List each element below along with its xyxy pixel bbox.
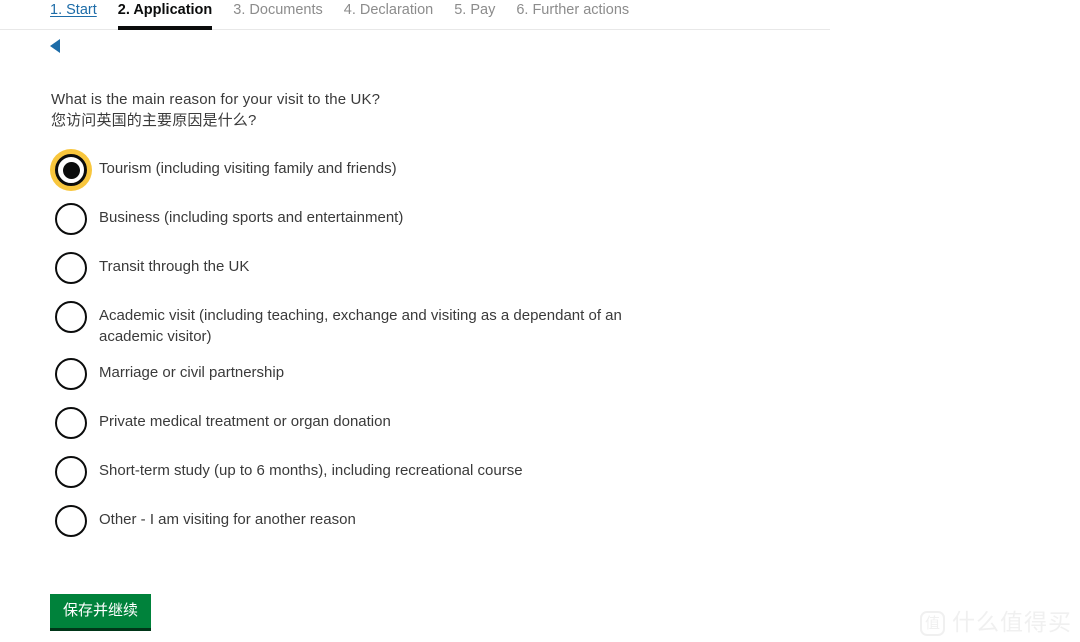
radio-option-label: Other - I am visiting for another reason	[99, 511, 356, 528]
progress-steps: 1. Start 2. Application 3. Documents 4. Dec…	[0, 0, 830, 30]
radio-option-6[interactable]: Private medical treatment or organ donat…	[50, 401, 810, 445]
radio-button-2[interactable]	[50, 197, 94, 241]
radio-button-3[interactable]	[50, 246, 94, 290]
radio-circle-icon	[55, 252, 87, 284]
step-tab-3[interactable]: 3. Documents	[233, 1, 322, 30]
progress-steps-bar: 1. Start 2. Application 3. Documents 4. Dec…	[0, 0, 830, 30]
radio-button-4[interactable]	[50, 295, 94, 339]
radio-button-1[interactable]	[50, 148, 94, 192]
reason-radio-group: Tourism (including visiting family and f…	[50, 148, 810, 548]
radio-button-6[interactable]	[50, 401, 94, 445]
radio-circle-icon	[55, 505, 87, 537]
radio-option-label: Private medical treatment or organ donat…	[99, 413, 391, 430]
radio-circle-icon	[55, 358, 87, 390]
question-text-english: What is the main reason for your visit t…	[51, 91, 381, 108]
save-and-continue-button[interactable]: 保存并继续	[50, 594, 152, 631]
step-tab-5[interactable]: 5. Pay	[454, 1, 495, 30]
radio-option-8[interactable]: Other - I am visiting for another reason	[50, 499, 810, 543]
radio-option-1[interactable]: Tourism (including visiting family and f…	[50, 148, 810, 192]
radio-circle-icon	[55, 203, 87, 235]
radio-option-3[interactable]: Transit through the UK	[50, 246, 810, 290]
radio-selected-dot-icon	[62, 161, 80, 179]
radio-circle-icon	[55, 456, 87, 488]
radio-option-label: Tourism (including visiting family and f…	[99, 160, 397, 177]
step-tab-1[interactable]: 1. Start	[50, 1, 97, 30]
radio-option-label: Business (including sports and entertain…	[99, 209, 404, 226]
radio-option-label: Marriage or civil partnership	[99, 364, 285, 381]
radio-option-5[interactable]: Marriage or civil partnership	[50, 352, 810, 396]
step-tab-2[interactable]: 2. Application	[117, 1, 213, 30]
radio-option-7[interactable]: Short-term study (up to 6 months), inclu…	[50, 450, 810, 494]
radio-option-label: Transit through the UK	[99, 258, 250, 275]
radio-circle-icon	[55, 154, 87, 186]
radio-option-2[interactable]: Business (including sports and entertain…	[50, 197, 810, 241]
step-tab-4[interactable]: 4. Declaration	[344, 1, 433, 30]
radio-circle-icon	[55, 407, 87, 439]
radio-button-5[interactable]	[50, 352, 94, 396]
watermark-text: 什么值得买	[952, 610, 1072, 636]
radio-button-7[interactable]	[50, 450, 94, 494]
radio-button-8[interactable]	[50, 499, 94, 543]
radio-option-label: Academic visit (including teaching, exch…	[99, 307, 622, 345]
watermark-logo-icon: 值	[920, 611, 945, 636]
radio-option-label: Short-term study (up to 6 months), inclu…	[99, 462, 523, 479]
question-block: What is the main reason for your visit t…	[51, 90, 811, 131]
radio-circle-icon	[55, 301, 87, 333]
back-triangle-icon	[50, 39, 60, 53]
back-button[interactable]	[50, 36, 76, 56]
watermark: 值 什么值得买	[920, 611, 1072, 636]
radio-option-4[interactable]: Academic visit (including teaching, exch…	[50, 295, 810, 347]
step-tab-6[interactable]: 6. Further actions	[516, 1, 629, 30]
question-text-chinese: 您访问英国的主要原因是什么?	[51, 111, 257, 129]
